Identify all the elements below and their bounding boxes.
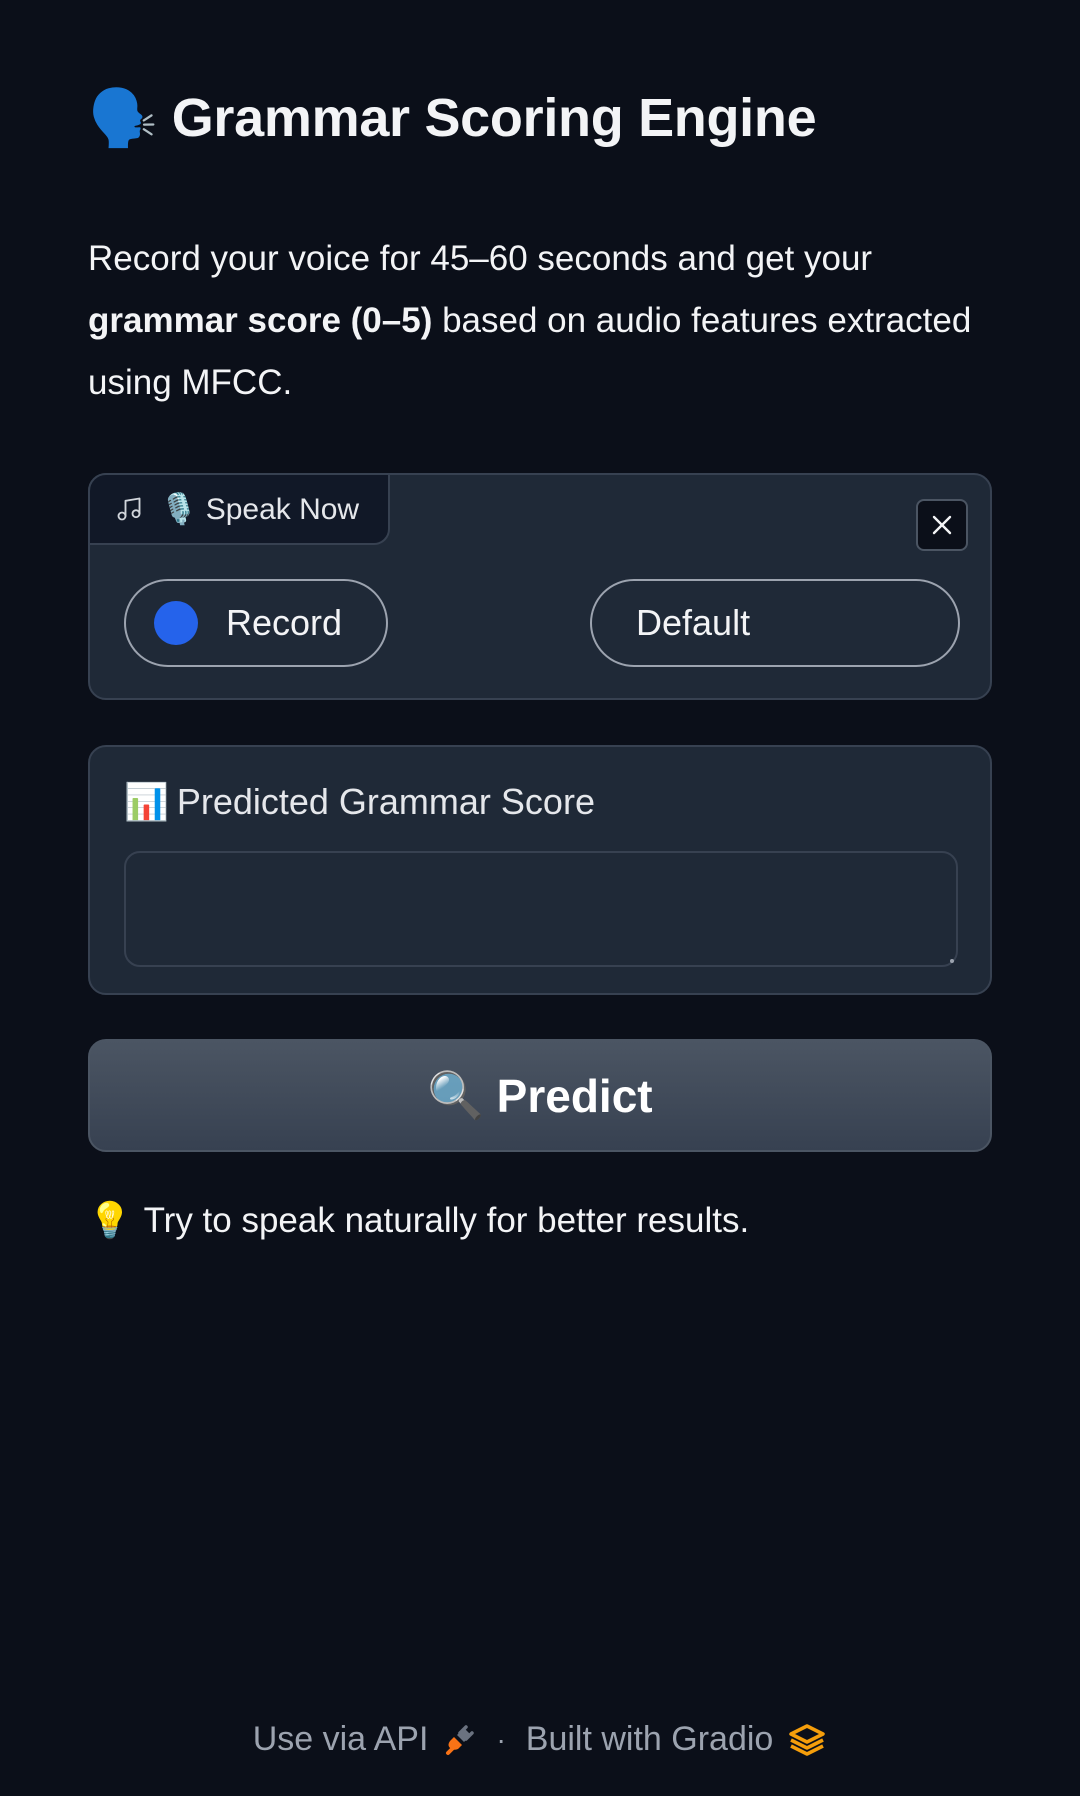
- app-page: 🗣️ Grammar Scoring Engine Record your vo…: [0, 0, 1080, 1796]
- description-text: Record your voice for 45–60 seconds and …: [88, 239, 873, 278]
- score-output-field[interactable]: [124, 851, 958, 967]
- predict-label: Predict: [496, 1069, 653, 1122]
- magnifier-icon: 🔍: [427, 1069, 485, 1121]
- record-dot-icon: [154, 601, 198, 645]
- resize-handle-icon[interactable]: [950, 959, 954, 963]
- description-bold: grammar score (0–5): [88, 301, 433, 340]
- speaking-head-icon: 🗣️: [88, 86, 158, 149]
- score-label-text: Predicted Grammar Score: [176, 781, 595, 822]
- close-button[interactable]: [916, 499, 968, 551]
- footer: Use via API · Built with Gradio: [0, 1720, 1080, 1759]
- record-button[interactable]: Record: [124, 579, 388, 667]
- use-via-api-link[interactable]: Use via API: [253, 1720, 477, 1759]
- lightbulb-icon: 💡: [88, 1201, 132, 1240]
- gradio-logo-icon: [789, 1723, 826, 1756]
- speak-now-label: 🎙️ Speak Now: [160, 492, 360, 526]
- use-via-api-label: Use via API: [252, 1720, 429, 1758]
- score-label: 📊 Predicted Grammar Score: [124, 781, 595, 823]
- close-icon: [932, 515, 952, 535]
- description: Record your voice for 45–60 seconds and …: [88, 228, 1008, 414]
- page-title: Grammar Scoring Engine: [171, 88, 817, 148]
- device-select-value: Default: [636, 602, 751, 643]
- audio-input-panel: 🎙️ Speak Now Record Default: [88, 473, 992, 700]
- audio-input-label: 🎙️ Speak Now: [88, 473, 390, 545]
- score-output-panel: 📊 Predicted Grammar Score: [88, 745, 992, 995]
- built-with-gradio-link[interactable]: Built with Gradio: [526, 1720, 828, 1759]
- record-label: Record: [226, 602, 343, 643]
- title-row: 🗣️ Grammar Scoring Engine: [88, 86, 817, 150]
- predict-button[interactable]: 🔍 Predict: [88, 1039, 992, 1152]
- built-with-gradio-label: Built with Gradio: [525, 1720, 774, 1758]
- music-note-icon: [114, 494, 144, 524]
- bar-chart-icon: 📊: [124, 781, 169, 822]
- tip-text: 💡 Try to speak naturally for better resu…: [88, 1200, 749, 1241]
- microphone-device-select[interactable]: Default: [590, 579, 960, 667]
- footer-separator: ·: [496, 1723, 506, 1755]
- tip-label: Try to speak naturally for better result…: [143, 1200, 750, 1240]
- api-plug-icon: [446, 1724, 475, 1755]
